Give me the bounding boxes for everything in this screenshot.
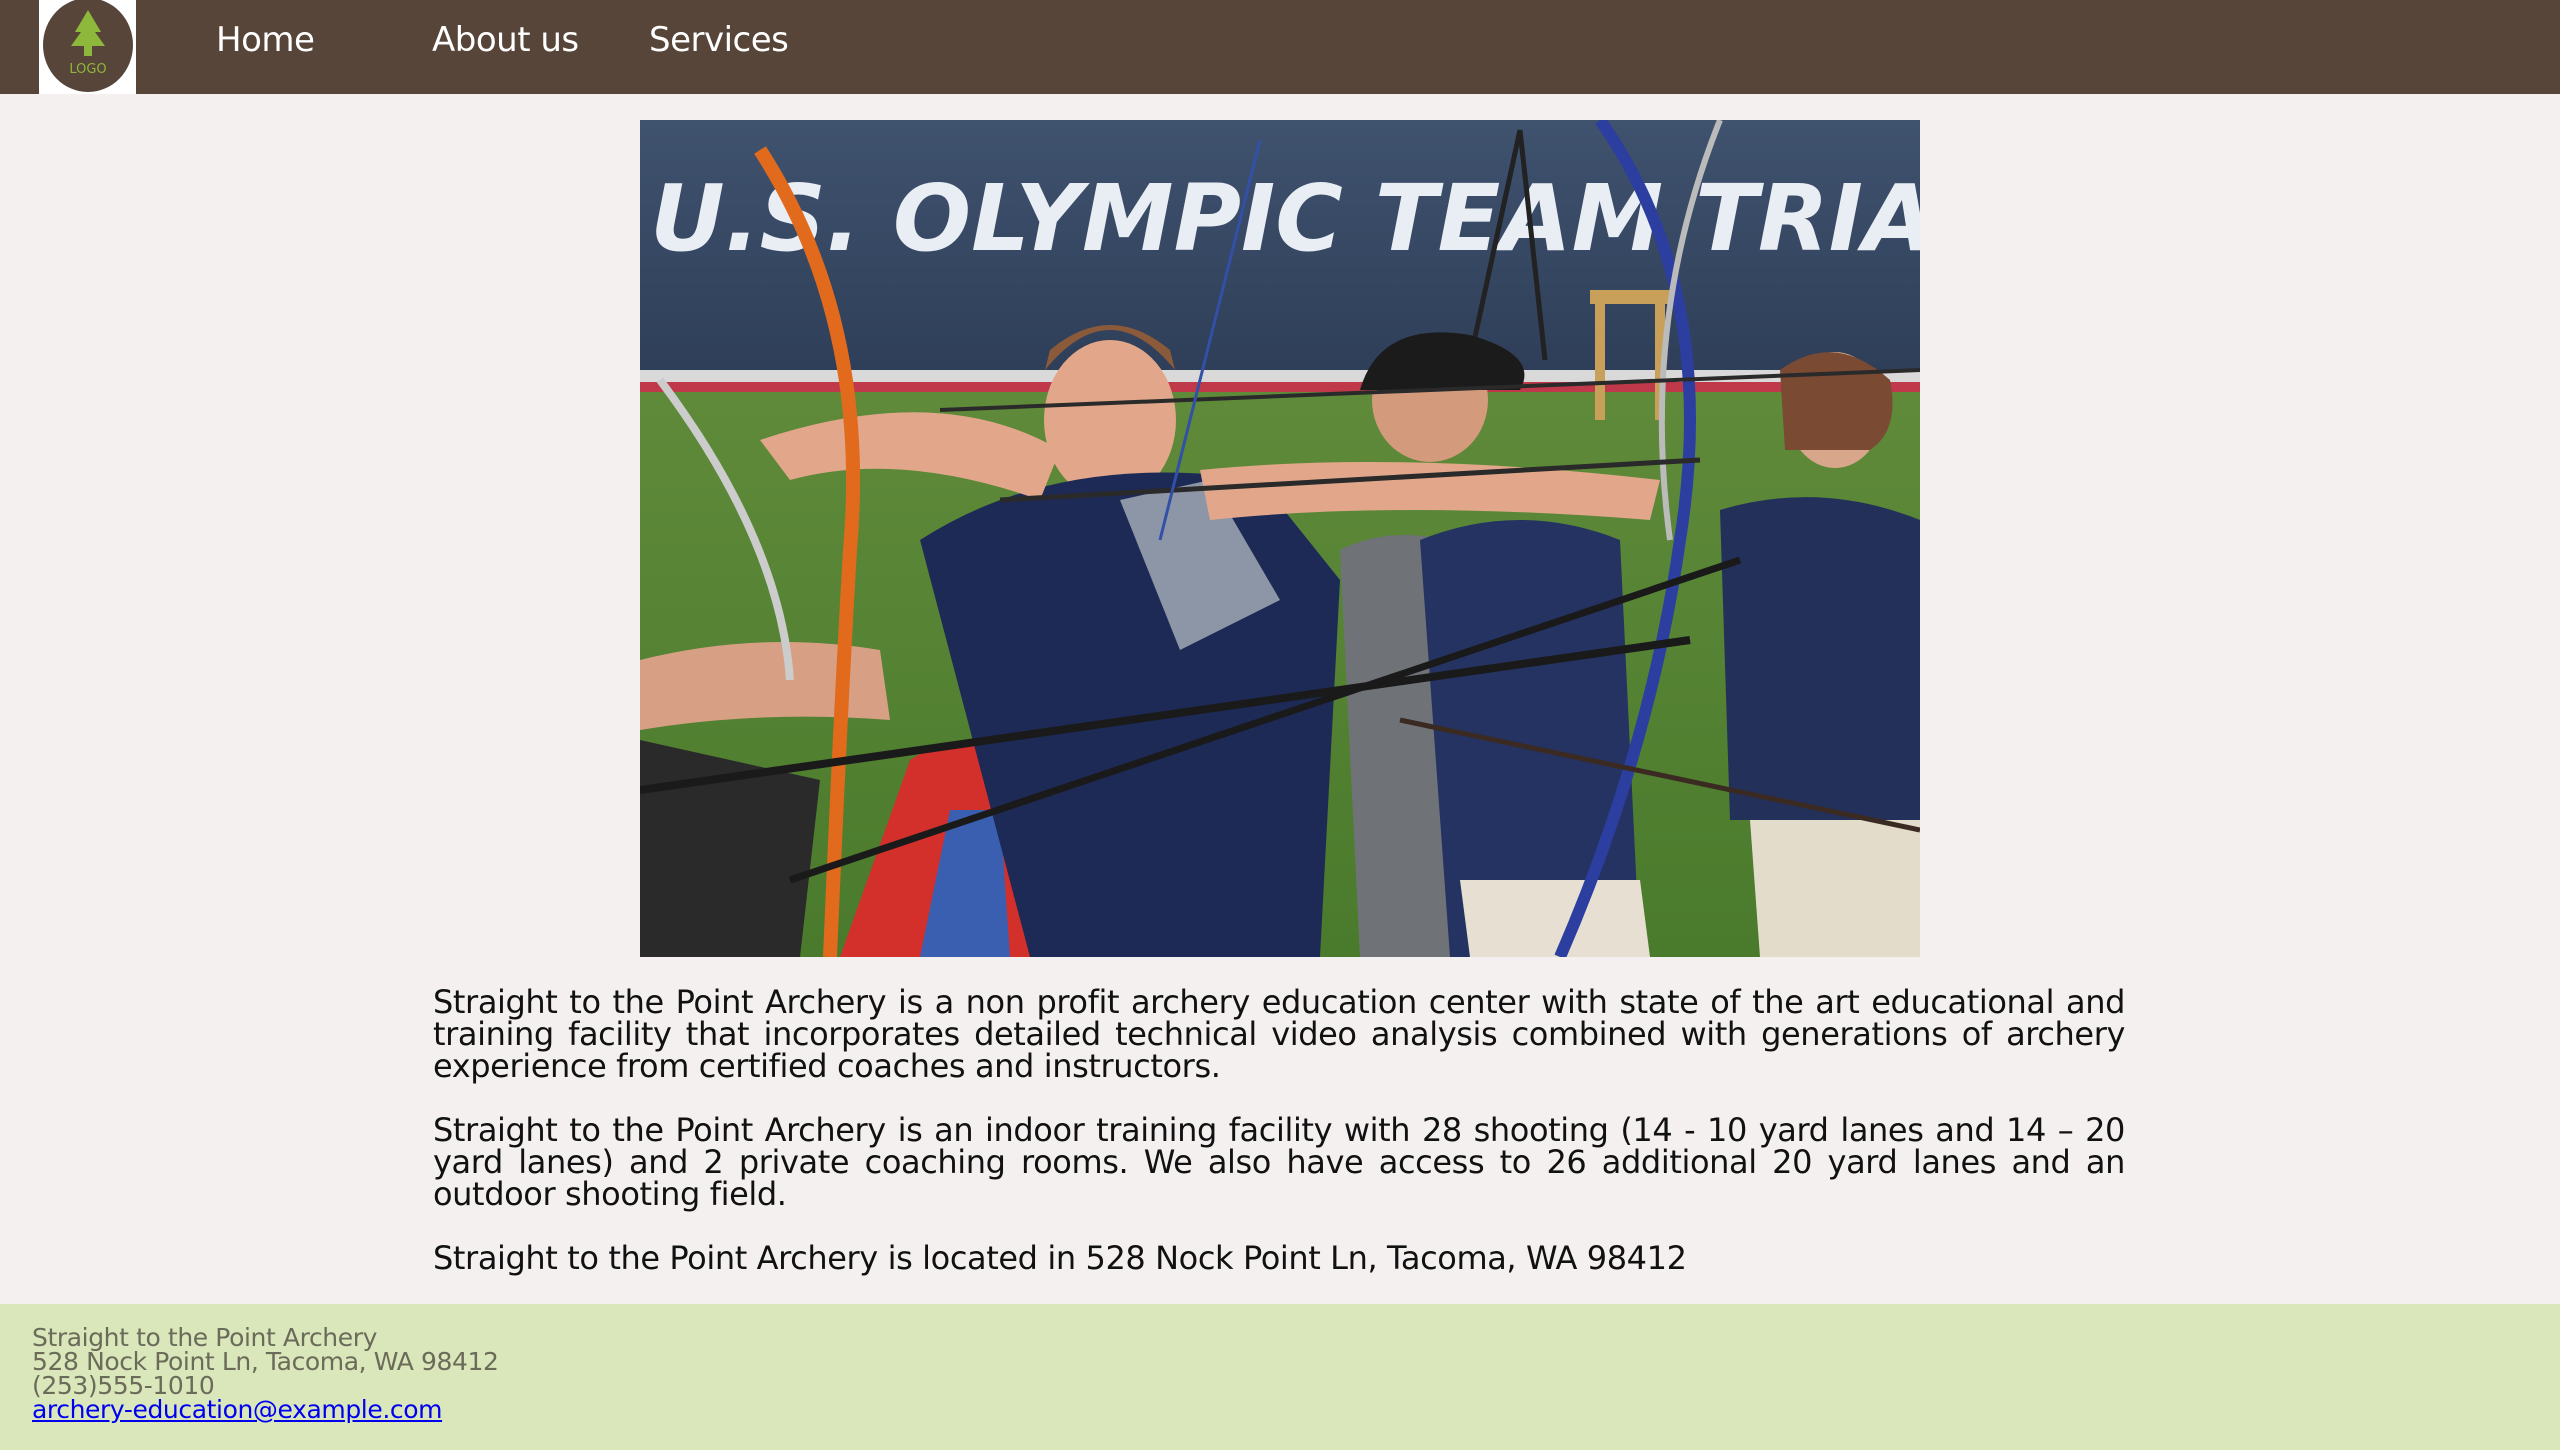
intro-paragraph: Straight to the Point Archery is a non p… (433, 983, 2125, 1085)
main-content: Straight to the Point Archery is a non p… (433, 986, 2125, 1306)
footer-email-link[interactable]: archery-education@example.com (32, 1395, 442, 1424)
hero-banner-text: U.S. OLYMPIC TEAM TRIALS (650, 165, 1920, 272)
logo-badge: LOGO (43, 0, 133, 92)
hero-image: U.S. OLYMPIC TEAM TRIALS (640, 120, 1920, 957)
site-footer: Straight to the Point Archery 528 Nock P… (0, 1304, 2560, 1450)
logo[interactable]: LOGO (39, 0, 136, 94)
footer-contact: Straight to the Point Archery 528 Nock P… (32, 1325, 499, 1424)
site-header: LOGO Home About us Services (0, 0, 2560, 94)
facility-paragraph: Straight to the Point Archery is an indo… (433, 1111, 2125, 1213)
nav-about-us[interactable]: About us (432, 20, 579, 60)
logo-text: LOGO (69, 62, 107, 77)
location-paragraph: Straight to the Point Archery is located… (433, 1239, 1687, 1277)
tree-icon (71, 10, 105, 56)
nav-services[interactable]: Services (649, 20, 789, 60)
nav-home[interactable]: Home (216, 20, 315, 60)
